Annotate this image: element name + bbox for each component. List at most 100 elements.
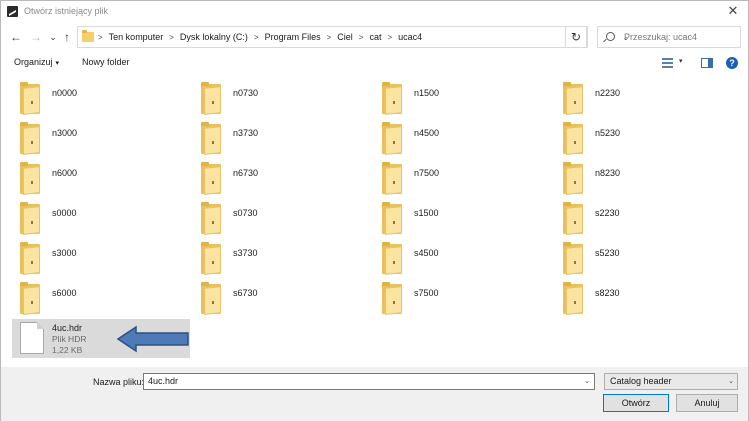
folder-icon [382,122,402,155]
folder-name: n5230 [595,128,621,138]
folder-item-s0000[interactable]: s0000 [12,200,182,240]
folder-name: n3000 [52,128,78,138]
folder-icon [382,82,402,115]
folder-item-s0730[interactable]: s0730 [193,200,363,240]
filename-dropdown-chevron-icon[interactable]: ⌄ [581,374,593,389]
folder-icon [20,242,40,275]
forward-arrow-icon[interactable]: → [27,27,45,47]
breadcrumb-ucac4[interactable]: ucac4 [398,32,422,42]
open-file-dialog: Otwórz istniejący plik ✕ ← → ⌄ ↑ > Ten k… [0,0,749,421]
folder-item-s2230[interactable]: s2230 [555,200,725,240]
breadcrumb-separator[interactable]: > [387,33,392,42]
folder-item-n6000[interactable]: n6000 [12,160,182,200]
folder-icon [82,30,94,42]
folder-icon [201,242,221,275]
file-name: 4uc.hdr [52,323,83,333]
filename-input[interactable]: 4uc.hdr ⌄ [143,373,595,390]
change-view-icon[interactable] [662,58,673,68]
folder-item-n3000[interactable]: n3000 [12,120,182,160]
folder-name: s3000 [52,248,77,258]
open-button[interactable]: Otwórz [603,394,669,412]
folder-name: s4500 [414,248,439,258]
folder-item-n0000[interactable]: n0000 [12,80,182,120]
folder-item-s3000[interactable]: s3000 [12,240,182,280]
folder-item-n3730[interactable]: n3730 [193,120,363,160]
view-options-caret-icon[interactable]: ▾ [679,57,683,65]
folder-icon [201,282,221,315]
folder-icon [563,242,583,275]
file-type-value: Catalog header [610,376,672,386]
window-title: Otwórz istniejący plik [24,6,109,16]
folder-name: s5230 [595,248,620,258]
folder-icon [201,162,221,195]
breadcrumb-program-files[interactable]: Program Files [265,32,321,42]
breadcrumb-ciel[interactable]: Ciel [337,32,353,42]
folder-item-s4500[interactable]: s4500 [374,240,544,280]
caret-down-icon: ▾ [55,60,60,67]
navigation-bar: ← → ⌄ ↑ > Ten komputer > Dysk lokalny (C… [1,23,748,51]
command-bar: Organizuj ▾ Nowy folder ▾ ? [1,53,748,75]
file-icon [20,322,44,354]
breadcrumb-separator[interactable]: > [254,33,259,42]
folder-item-s6730[interactable]: s6730 [193,280,363,320]
folder-icon [382,282,402,315]
folder-name: s0730 [233,208,258,218]
folder-name: n6730 [233,168,259,178]
folder-icon [382,242,402,275]
folder-name: n8230 [595,168,621,178]
close-button[interactable]: ✕ [724,3,742,19]
folder-name: s0000 [52,208,77,218]
folder-item-n4500[interactable]: n4500 [374,120,544,160]
folder-icon [20,82,40,115]
breadcrumb-this-pc[interactable]: Ten komputer [109,32,164,42]
cancel-button[interactable]: Anuluj [676,394,738,412]
file-type-select[interactable]: Catalog header ⌄ [604,373,738,390]
preview-pane-icon[interactable] [701,58,713,68]
new-folder-button[interactable]: Nowy folder [82,57,130,67]
file-type: Plik HDR [52,334,87,344]
breadcrumb-local-disk[interactable]: Dysk lokalny (C:) [180,32,248,42]
folder-icon [563,202,583,235]
folder-item-n2230[interactable]: n2230 [555,80,725,120]
search-input[interactable]: Przeszukaj: ucac4 [597,26,741,48]
folder-icon [563,282,583,315]
app-icon [7,6,18,17]
folder-icon [563,162,583,195]
folder-item-s5230[interactable]: s5230 [555,240,725,280]
folder-icon [563,82,583,115]
folder-name: n2230 [595,88,621,98]
folder-item-n6730[interactable]: n6730 [193,160,363,200]
folder-name: s8230 [595,288,620,298]
help-icon[interactable]: ? [726,57,738,69]
folder-icon [382,162,402,195]
folder-item-s7500[interactable]: s7500 [374,280,544,320]
folder-item-n8230[interactable]: n8230 [555,160,725,200]
filename-label: Nazwa pliku: [93,377,145,387]
folder-item-s6000[interactable]: s6000 [12,280,182,320]
dialog-footer: Nazwa pliku: 4uc.hdr ⌄ Catalog header ⌄ … [1,367,748,421]
breadcrumb-separator[interactable]: > [169,33,174,42]
folder-icon [382,202,402,235]
folder-item-s3730[interactable]: s3730 [193,240,363,280]
folder-name: s3730 [233,248,258,258]
folder-item-n7500[interactable]: n7500 [374,160,544,200]
folder-item-s1500[interactable]: s1500 [374,200,544,240]
folder-item-n1500[interactable]: n1500 [374,80,544,120]
folder-item-n5230[interactable]: n5230 [555,120,725,160]
breadcrumb-separator[interactable]: > [359,33,364,42]
up-arrow-icon[interactable]: ↑ [58,27,76,47]
folder-icon [20,282,40,315]
folder-icon [20,122,40,155]
breadcrumb-separator[interactable]: > [327,33,332,42]
organize-button[interactable]: Organizuj ▾ [14,57,59,67]
back-arrow-icon[interactable]: ← [7,27,25,47]
file-list[interactable]: s8230 s7500 s6730 s6000 s5230 s4500 s3730 s3000… [1,77,748,367]
folder-icon [20,202,40,235]
folder-name: s1500 [414,208,439,218]
breadcrumb-cat[interactable]: cat [369,32,381,42]
folder-item-s8230[interactable]: s8230 [555,280,725,320]
folder-name: n0000 [52,88,78,98]
refresh-icon[interactable]: ↻ [565,26,587,48]
folder-item-n0730[interactable]: n0730 [193,80,363,120]
address-bar[interactable]: > Ten komputer > Dysk lokalny (C:) > Pro… [77,26,629,48]
